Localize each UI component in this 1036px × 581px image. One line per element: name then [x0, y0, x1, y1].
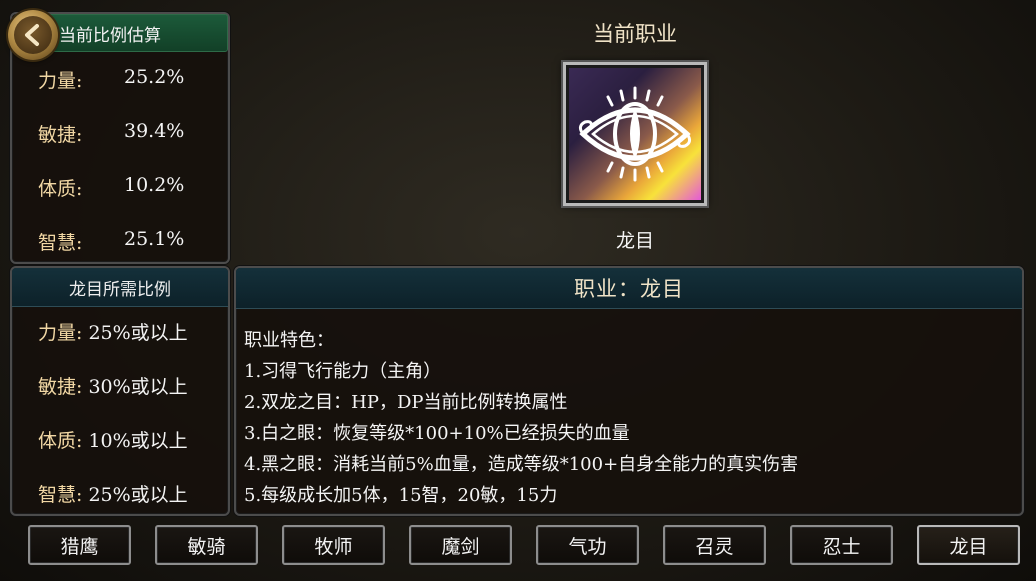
- chevron-left-icon: [14, 16, 52, 54]
- ratio-stat-strength: 力量: 25.2%: [38, 66, 185, 92]
- class-tab-magic-sword[interactable]: 魔剑: [409, 525, 512, 565]
- class-tab-rider[interactable]: 敏骑: [155, 525, 258, 565]
- ratio-stat-agility: 敏捷: 39.4%: [38, 120, 185, 146]
- class-detail-header: 职业：龙目: [236, 268, 1022, 309]
- current-class-name: 龙目: [615, 230, 654, 252]
- ratio-stat-constitution: 体质: 10.2%: [38, 174, 185, 200]
- class-tab-summoner[interactable]: 召灵: [663, 525, 766, 565]
- class-feature-line: 职业特色：: [244, 330, 334, 351]
- class-feature-line: 2.双龙之目：HP，DP当前比例转换属性: [244, 392, 568, 413]
- current-class-title: 当前职业: [593, 22, 677, 46]
- class-tab-dragon-eye[interactable]: 龙目: [917, 525, 1020, 565]
- req-stat-wisdom: 智慧: 25%或以上: [38, 484, 188, 506]
- class-tab-qigong[interactable]: 气功: [536, 525, 639, 565]
- class-feature-line: 3.白之眼：恢复等级*100+10%已经损失的血量: [244, 423, 630, 444]
- req-stat-constitution: 体质: 10%或以上: [38, 430, 188, 452]
- req-stat-agility: 敏捷: 30%或以上: [38, 376, 188, 398]
- class-tab-ninja[interactable]: 忍士: [790, 525, 893, 565]
- class-detail-panel: 职业：龙目 职业特色： 1.习得飞行能力（主角） 2.双龙之目：HP，DP当前比…: [234, 266, 1024, 516]
- ratio-stat-wisdom: 智慧: 25.1%: [38, 228, 185, 254]
- class-feature-line: 1.习得飞行能力（主角）: [244, 361, 442, 382]
- requirement-title: 龙目所需比例: [12, 268, 228, 307]
- req-stat-strength: 力量: 25%或以上: [38, 322, 188, 344]
- class-feature-line: 5.每级成长加5体，15智，20敏，15力: [244, 485, 558, 506]
- dragon-eye-icon: [569, 68, 701, 200]
- class-feature-line: 4.黑之眼：消耗当前5%血量，造成等级*100+自身全能力的真实伤害: [244, 454, 799, 475]
- class-tab-hunter[interactable]: 猎鹰: [28, 525, 131, 565]
- class-tab-priest[interactable]: 牧师: [282, 525, 385, 565]
- class-emblem-frame: [563, 62, 707, 206]
- back-button[interactable]: [8, 10, 58, 60]
